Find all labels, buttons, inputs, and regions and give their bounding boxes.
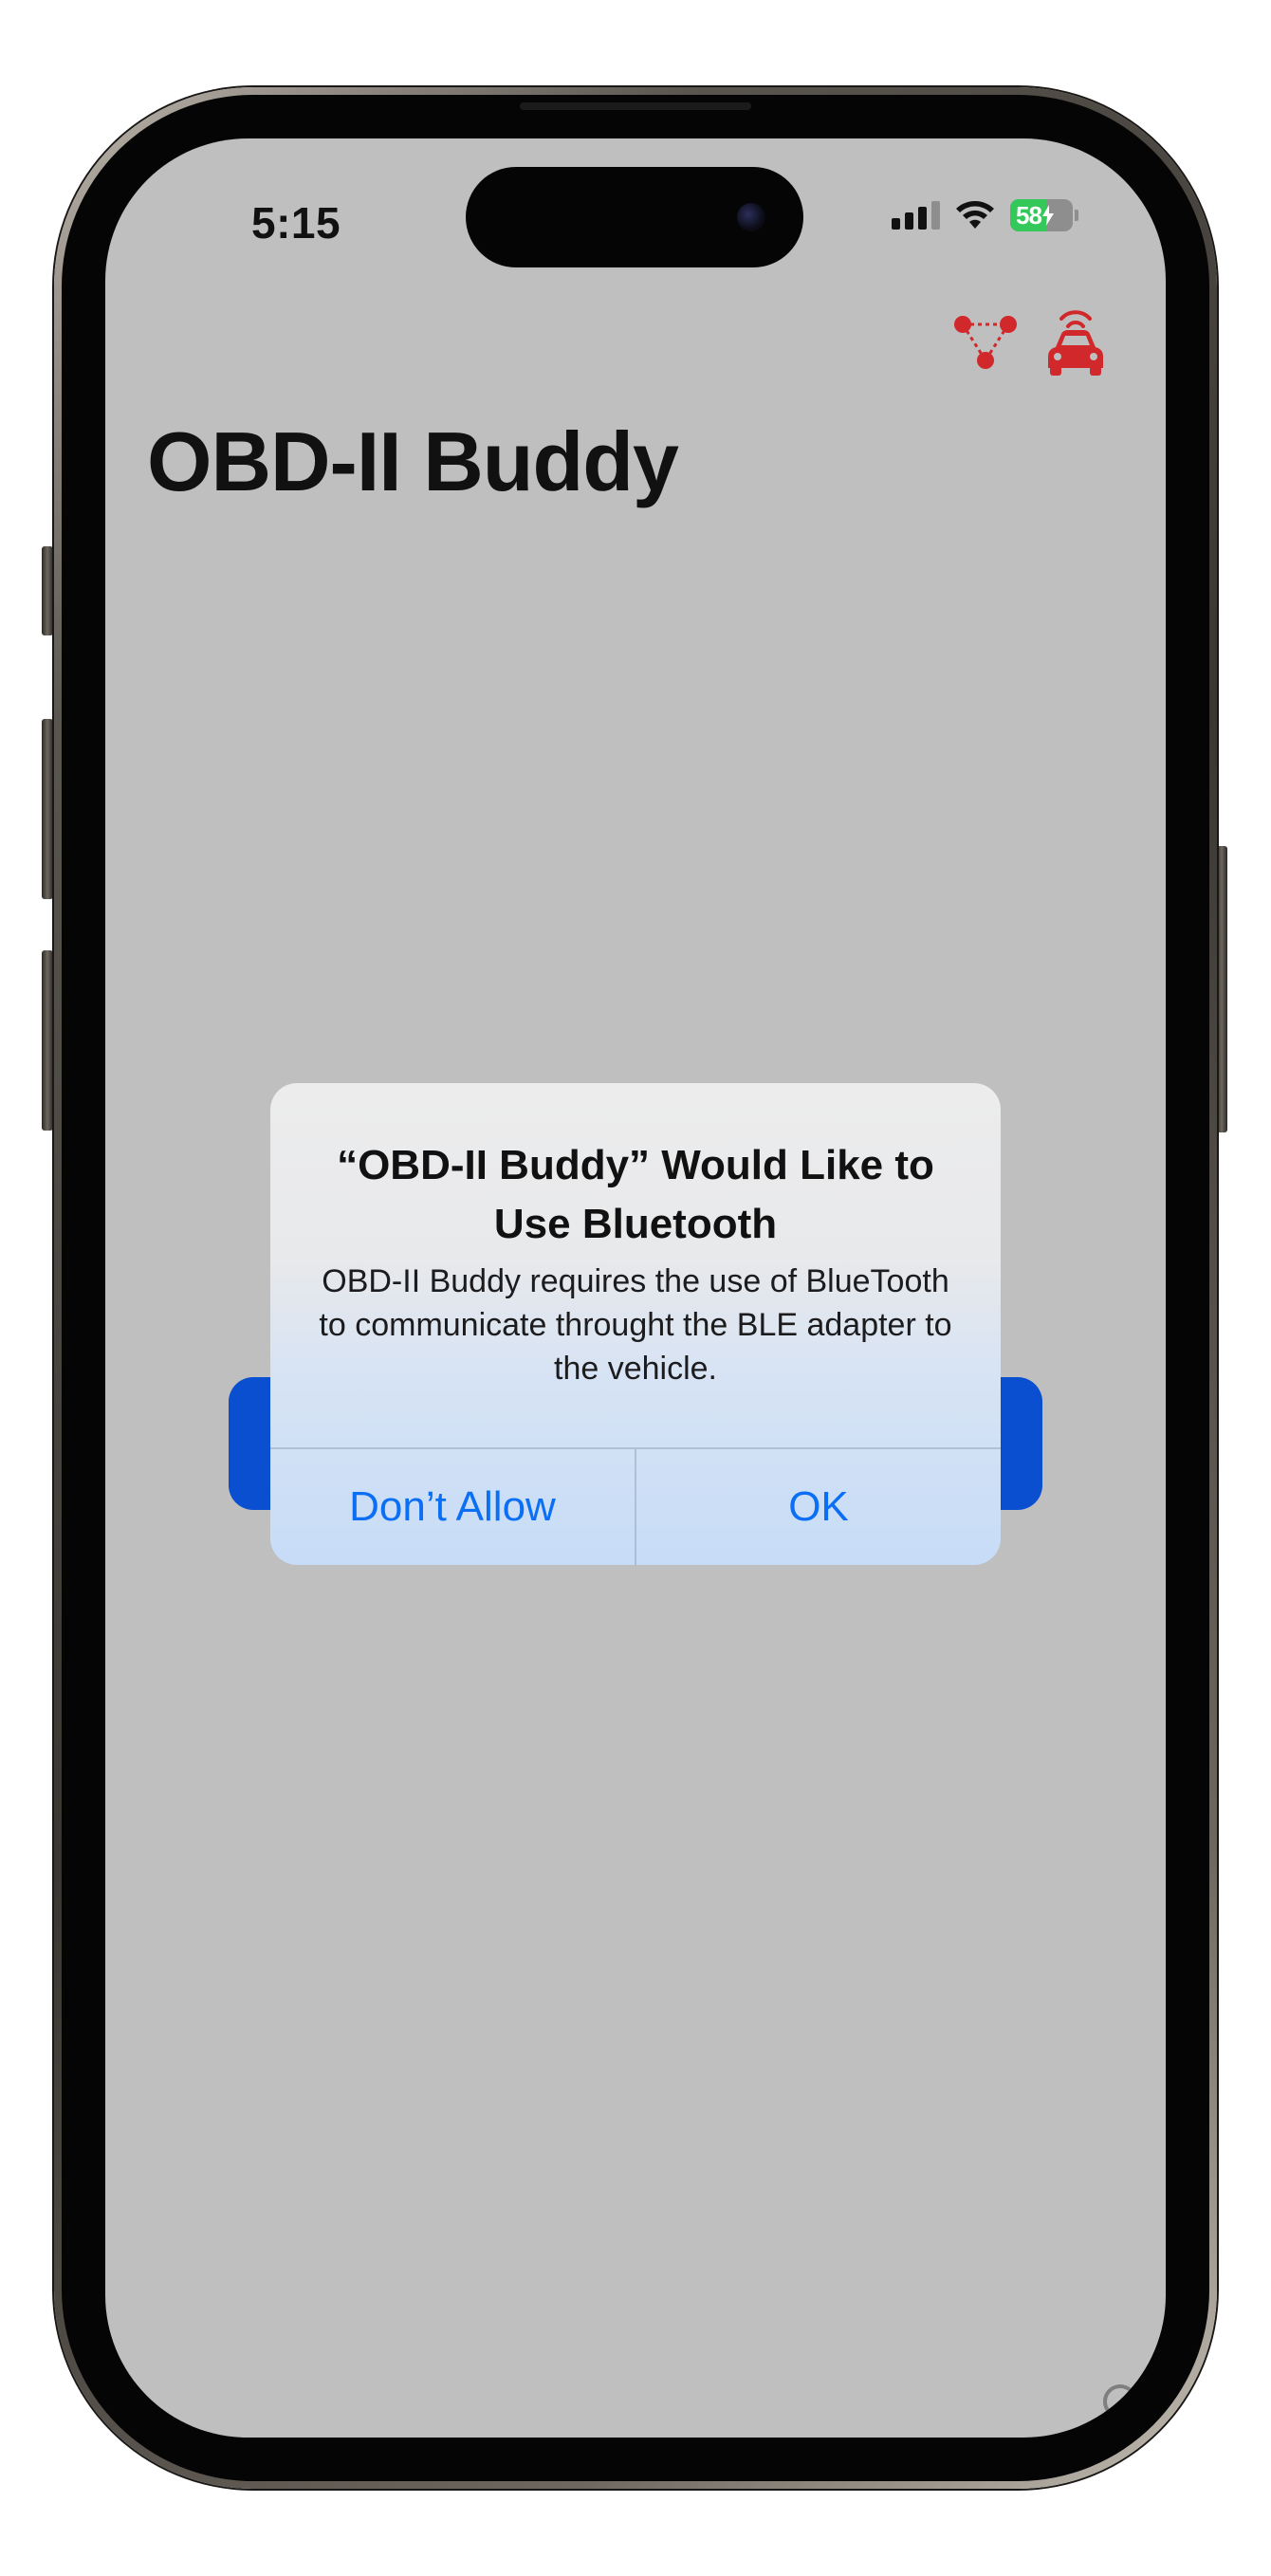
battery-charging-icon: 58 [1010,199,1073,231]
status-time: 5:15 [251,198,341,248]
dynamic-island [466,167,803,267]
status-indicators: 58 [892,199,1078,231]
phone-screen: 5:15 58 OBD-II Buddy “OBD-II Buddy” Woul… [105,138,1166,2438]
assistive-touch-icon[interactable] [1103,2384,1137,2419]
network-nodes-icon[interactable] [953,315,1018,370]
car-wireless-icon[interactable] [1044,305,1107,377]
front-camera [737,203,765,231]
device-stage: 5:15 58 OBD-II Buddy “OBD-II Buddy” Woul… [0,0,1271,2576]
alert-title: “OBD-II Buddy” Would Like to Use Bluetoo… [337,1142,934,1247]
battery-group: 58 [1010,199,1078,231]
power-button [1216,846,1227,1132]
alert-message: OBD-II Buddy requires the use of BlueToo… [319,1263,952,1387]
charging-bolt-icon [1041,205,1054,226]
earpiece-speaker [520,102,751,110]
battery-tip [1075,210,1078,221]
ok-button[interactable]: OK [636,1449,1001,1565]
bluetooth-permission-alert: “OBD-II Buddy” Would Like to Use Bluetoo… [270,1083,1001,1565]
page-title: OBD-II Buddy [147,414,679,508]
action-button [42,546,53,635]
volume-up-button [42,719,53,899]
wifi-icon [956,201,994,229]
battery-percent: 58 [1016,200,1042,230]
volume-down-button [42,950,53,1131]
dont-allow-button[interactable]: Don’t Allow [270,1449,635,1565]
cellular-signal-icon [892,201,940,230]
